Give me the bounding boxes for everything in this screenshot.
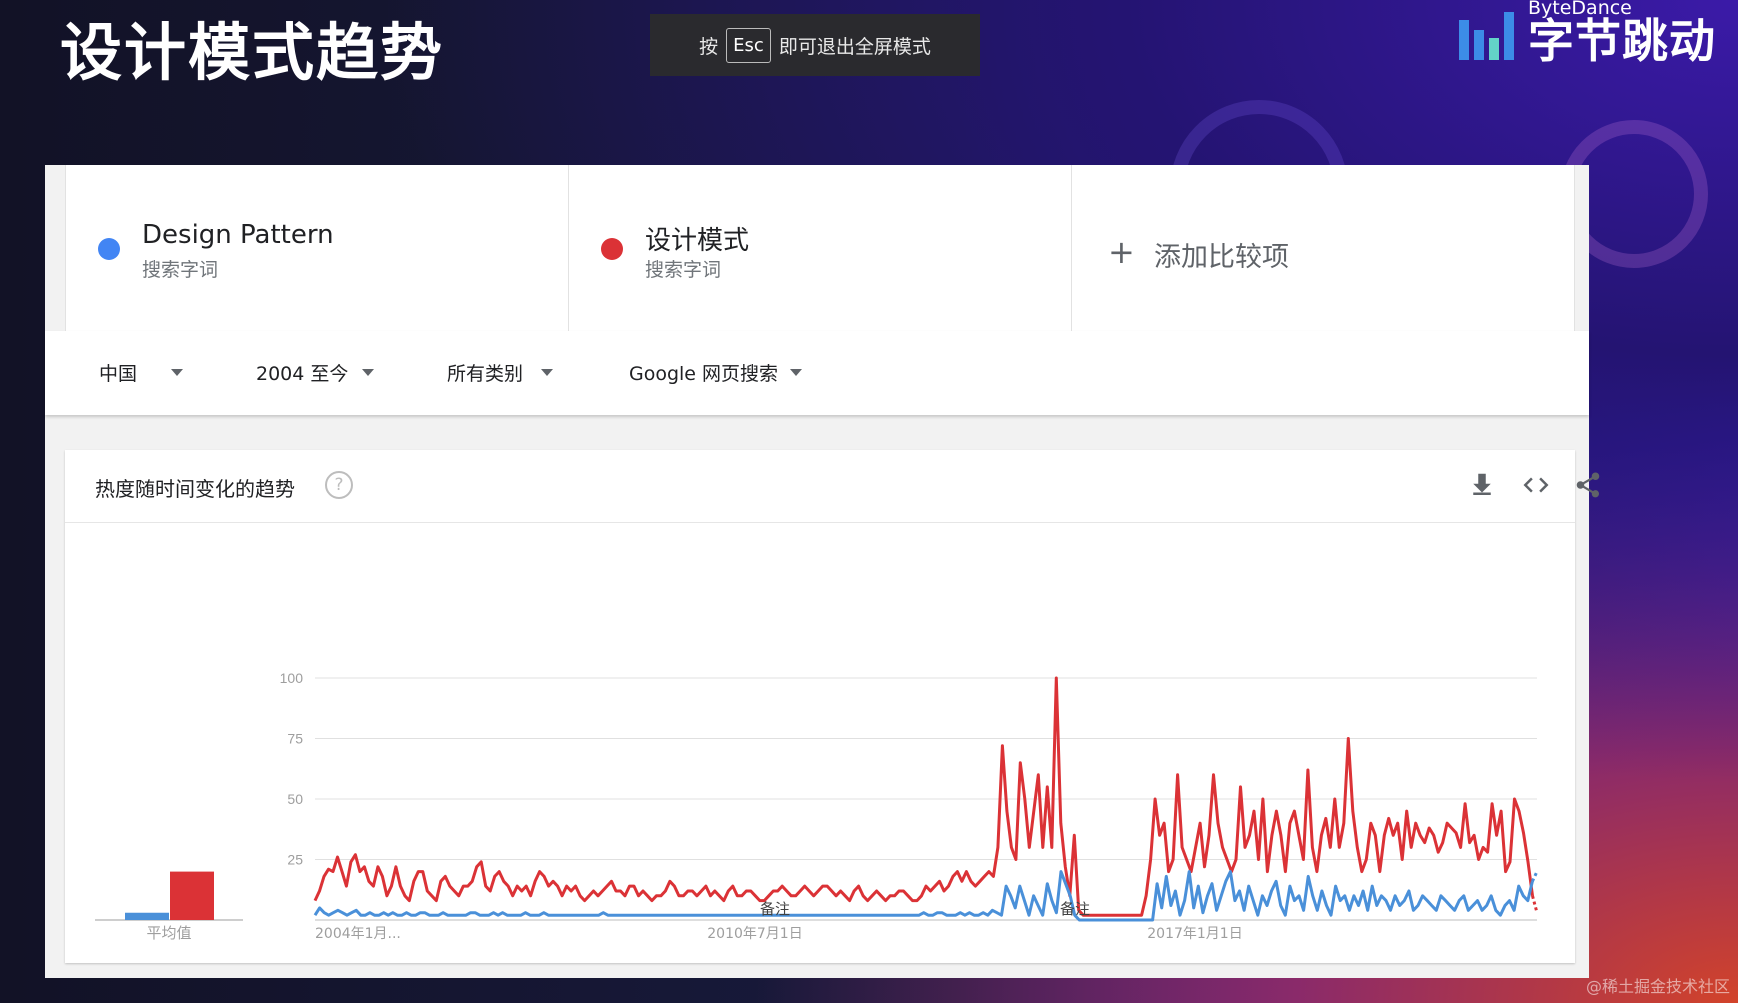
search-type-dropdown[interactable]: Google 网页搜索 — [629, 359, 803, 386]
series-line-design-pattern-cn-partial — [1531, 895, 1539, 914]
y-tick-label: 75 — [287, 731, 303, 747]
brand-chinese: 字节跳动 — [1528, 14, 1716, 68]
share-icon[interactable] — [1573, 470, 1603, 500]
average-label: 平均值 — [146, 924, 191, 942]
trend-chart-svg: 100 75 50 25 平均值 2004年1月... 2010年7月1日 2017年1月1日… — [95, 670, 1539, 942]
esc-hint-suffix: 即可退出全屏模式 — [778, 35, 931, 58]
watermark: @稀土掘金技术社区 — [1585, 977, 1730, 996]
trend-chart: 100 75 50 25 平均值 2004年1月... 2010年7月1日 2017年1月1日… — [65, 523, 1575, 963]
note-marker: 备注 — [1060, 900, 1090, 918]
search-terms-bar: Design Pattern 搜索字词 设计模式 搜索字词 + 添加比较项 — [65, 165, 1575, 332]
caret-down-icon — [541, 369, 554, 376]
average-bar — [170, 871, 214, 920]
note-marker: 备注 — [760, 900, 790, 918]
category-dropdown[interactable]: 所有类别 — [447, 359, 554, 386]
term-subtitle: 搜索字词 — [645, 259, 722, 281]
add-compare-label: 添加比较项 — [1154, 242, 1289, 273]
caret-down-icon — [362, 369, 375, 376]
card-header: 热度随时间变化的趋势 ? — [65, 450, 1600, 523]
series-color-dot — [98, 238, 120, 260]
y-tick-label: 100 — [280, 670, 304, 686]
esc-key-badge: Esc — [726, 27, 771, 63]
x-tick-label: 2004年1月... — [315, 926, 401, 942]
caret-down-icon — [790, 369, 803, 376]
download-icon[interactable] — [1467, 470, 1497, 500]
filter-bar: 中国 2004 至今 所有类别 Google 网页搜索 — [45, 331, 1589, 415]
series-line-design-pattern — [313, 870, 1534, 922]
term-card-design-pattern[interactable]: Design Pattern 搜索字词 — [65, 165, 569, 331]
y-tick-label: 50 — [287, 791, 303, 807]
term-card-design-pattern-cn[interactable]: 设计模式 搜索字词 — [569, 165, 1072, 331]
x-tick-label: 2017年1月1日 — [1147, 926, 1242, 942]
term-name: 设计模式 — [645, 226, 750, 256]
region-value: 中国 — [99, 363, 138, 385]
interest-over-time-card: 热度随时间变化的趋势 ? 100 75 50 25 平均值 2004年1月... 2010年… — [65, 450, 1600, 963]
series-line-design-pattern-cn — [313, 676, 1534, 917]
y-tick-label: 25 — [287, 852, 303, 868]
slide-title: 设计模式趋势 — [60, 16, 445, 89]
card-title: 热度随时间变化的趋势 — [95, 477, 295, 501]
category-value: 所有类别 — [447, 363, 524, 385]
average-bar — [125, 912, 169, 920]
region-dropdown[interactable]: 中国 — [99, 359, 184, 386]
series-color-dot — [601, 238, 623, 260]
help-icon[interactable]: ? — [325, 471, 353, 499]
plus-icon: + — [1108, 233, 1135, 271]
bytedance-logo: ByteDance 字节跳动 — [1459, 0, 1716, 66]
term-subtitle: 搜索字词 — [142, 259, 219, 281]
search-type-value: Google 网页搜索 — [629, 363, 779, 385]
bytedance-bars-icon — [1459, 10, 1514, 60]
embed-code-icon[interactable] — [1521, 470, 1551, 500]
time-range-value: 2004 至今 — [256, 363, 349, 385]
term-name: Design Pattern — [142, 220, 334, 250]
x-tick-label: 2010年7月1日 — [707, 926, 802, 942]
add-compare-button[interactable]: + 添加比较项 — [1072, 165, 1575, 331]
caret-down-icon — [171, 369, 184, 376]
series-line-design-pattern-partial — [1531, 870, 1539, 882]
time-range-dropdown[interactable]: 2004 至今 — [256, 359, 375, 386]
trends-panel: Design Pattern 搜索字词 设计模式 搜索字词 + 添加比较项 中国… — [45, 165, 1600, 978]
esc-hint-prefix: 按 — [699, 35, 719, 58]
fullscreen-exit-hint: 按 Esc 即可退出全屏模式 — [650, 14, 980, 76]
